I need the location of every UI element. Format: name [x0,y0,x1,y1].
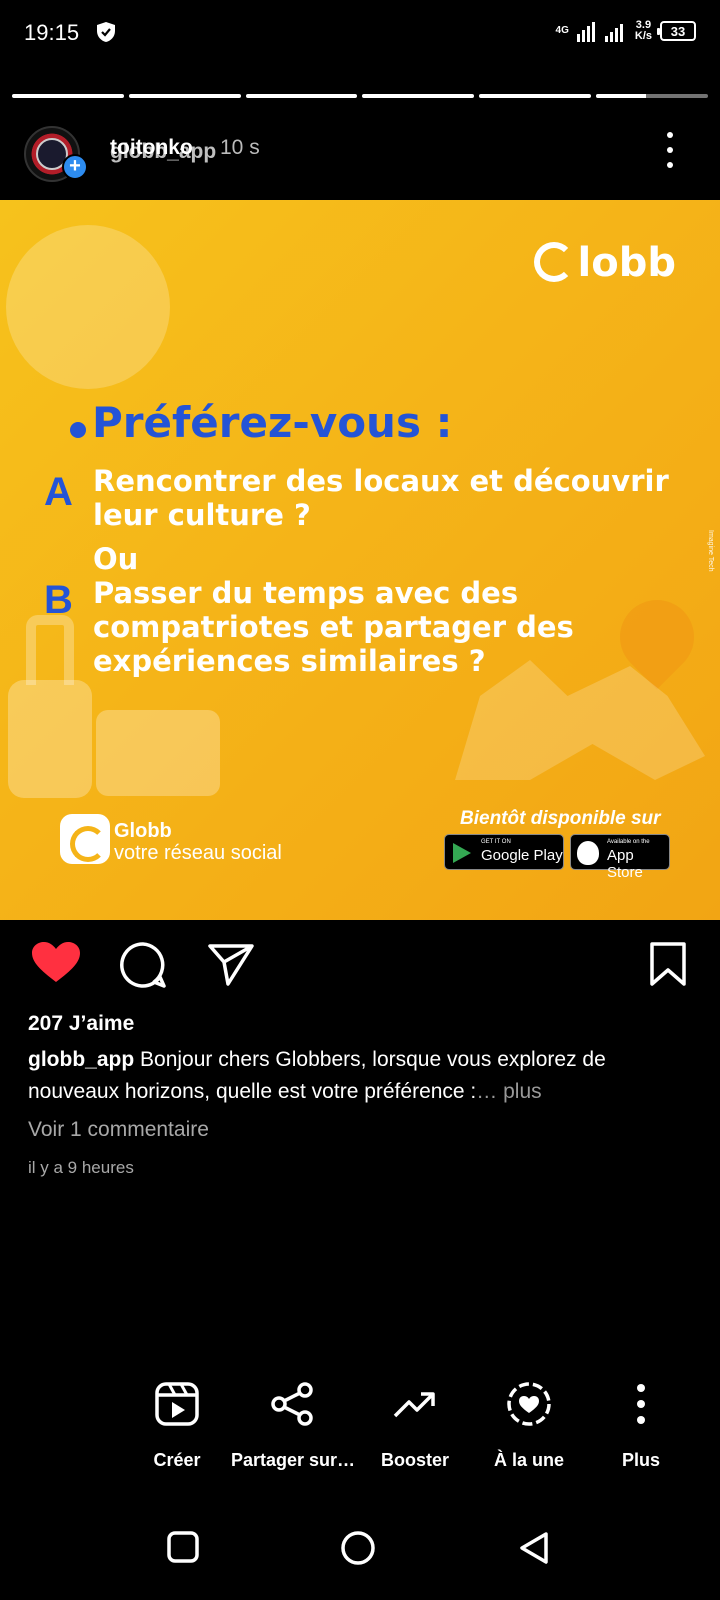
caption-username[interactable]: globb_app [28,1048,134,1071]
status-right-cluster: 4G 3.9 K/s 33 [556,16,696,46]
more-vertical-icon [637,1384,645,1424]
bookmark-icon[interactable] [646,940,690,988]
status-bar: 19:15 4G 3.9 K/s 33 [0,0,720,64]
comment-icon[interactable] [118,940,168,990]
highlight-label: À la une [493,1450,564,1470]
google-play-small-text: GET IT ON [481,839,511,845]
create-button[interactable]: Créer [112,1380,242,1490]
option-b-text: Passer du temps avec des compatriotes et… [93,576,574,678]
home-circle-icon[interactable] [340,1530,376,1566]
network-type: 4G [555,25,569,36]
boost-button[interactable]: Booster [350,1380,480,1490]
status-time: 19:15 [24,20,80,45]
option-a-letter: A [44,470,73,514]
signal-icon [576,22,595,42]
share-send-icon[interactable] [206,940,256,988]
story-progress [12,94,708,98]
story-progress-segment [596,94,708,98]
coming-soon: Bientôt disponible sur [460,808,661,829]
luggage-decoration [96,710,220,796]
share-icon [271,1382,313,1426]
post-question: Préférez-vous : [92,398,453,447]
back-triangle-icon[interactable] [518,1530,552,1566]
signal-icon-2 [604,24,623,42]
app-store-small-text: Available on the [607,839,650,845]
username[interactable]: toitonko [110,136,193,160]
apple-icon [577,841,599,865]
highlight-heart-icon [507,1382,551,1426]
network-speed: 3.9 K/s [634,19,652,42]
app-store-badge: Available on the App Store [570,834,670,881]
watermark: Imagine Tech [707,530,714,572]
story-progress-segment [128,94,241,98]
google-play-icon [453,843,471,863]
shield-icon [97,22,115,42]
battery-icon: 33 [657,21,696,41]
reels-icon [155,1382,199,1426]
story-progress-segment [245,94,358,98]
system-nav-bar [0,1510,720,1600]
globb-logo-icon [533,242,574,282]
story-time: 10 s [220,136,260,159]
suitcase-decoration [8,680,92,798]
post-caption[interactable]: globb_app Bonjour chers Globbers, lorsqu… [28,1044,698,1108]
globe-decoration [6,225,170,389]
caption-more-link[interactable]: … plus [476,1080,541,1103]
app-tagline: votre réseau social [114,842,282,864]
story-progress-segment [12,94,124,98]
brand-text: lobb [577,240,676,286]
trend-up-icon [393,1392,435,1418]
more-options-icon[interactable] [664,132,676,168]
post-image[interactable]: lobb Préférez-vous : A Rencontrer des lo… [0,200,720,920]
app-store-text: App Store [607,847,643,881]
option-b-letter: B [44,578,73,622]
post-actions [0,928,720,998]
view-comments-link[interactable]: Voir 1 commentaire [28,1118,209,1142]
suitcase-handle-decoration [26,615,74,685]
share-to-button[interactable]: Partager sur… [228,1380,358,1490]
more-label: Plus [621,1450,660,1470]
highlight-button[interactable]: À la une [464,1380,594,1490]
likes-count[interactable]: 207 J’aime [28,1012,134,1036]
like-heart-icon[interactable] [30,940,82,984]
brand-logo: lobb [533,240,676,286]
google-play-badge: GET IT ON Google Play [444,834,564,870]
story-progress-segment [479,94,592,98]
post-timestamp: il y a 9 heures [28,1158,134,1177]
add-story-icon[interactable]: + [62,154,88,180]
option-a-text: Rencontrer des locaux et découvrir leur … [93,464,669,532]
create-label: Créer [153,1450,201,1470]
share-to-label: Partager sur… [230,1450,356,1470]
recents-square-icon[interactable] [166,1530,200,1564]
bullet-dot [70,422,86,438]
story-header: + globb_app toitonko 10 s [0,116,720,186]
boost-label: Booster [380,1450,449,1470]
google-play-text: Google Play [481,847,563,864]
globb-app-icon [60,814,110,864]
or-text: Ou [93,542,139,576]
more-button[interactable]: Plus [576,1380,706,1490]
app-name: Globb [114,820,172,842]
story-progress-segment [362,94,475,98]
